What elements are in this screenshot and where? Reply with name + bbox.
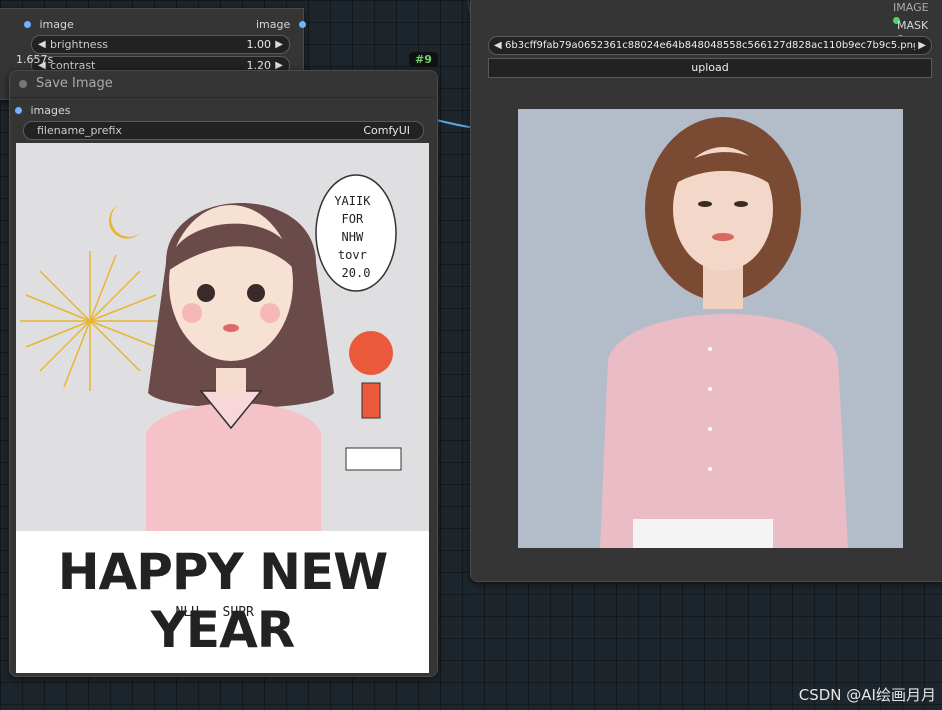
woman-photo [518, 109, 903, 548]
collapse-dot-icon[interactable] [19, 80, 27, 88]
mask-output-label: MASK [897, 19, 929, 32]
image-output-label: IMAGE [893, 1, 929, 14]
upload-button[interactable]: upload [488, 58, 932, 78]
loaded-image-preview [518, 109, 903, 548]
next-arrow-icon[interactable]: ▶ [918, 37, 926, 54]
images-input-slot[interactable]: images [15, 104, 71, 117]
execution-time: 1.657s [16, 53, 54, 66]
input-dot-icon[interactable] [24, 21, 31, 28]
brightness-widget[interactable]: ◀ brightness 1.00 ▶ [31, 35, 290, 54]
save-image-node[interactable]: Save Image images filename_prefix ComfyU… [9, 70, 438, 677]
fireworks-graphic [20, 251, 160, 391]
upload-label: upload [691, 61, 729, 74]
preview-subline: NLH · SUPR · [175, 605, 270, 620]
output-dot-icon[interactable] [298, 21, 306, 28]
brightness-label: brightness [50, 38, 109, 51]
filename-prefix-value: ComfyUI [363, 124, 410, 137]
previous-arrow-icon[interactable]: ◀ [494, 37, 502, 54]
filename-prefix-label: filename_prefix [37, 124, 122, 137]
images-label: images [30, 104, 71, 117]
input-dot-icon[interactable] [15, 107, 22, 114]
increment-arrow-icon[interactable]: ▶ [275, 36, 283, 53]
happy-new-year-headline: HAPPY NEW YEAR [57, 543, 389, 659]
node-title: Save Image [36, 76, 113, 91]
csdn-watermark: CSDN @AI绘画月月 [798, 686, 936, 704]
image-filename: 6b3cff9fab79a0652361c88024e64b848048558c… [505, 40, 915, 51]
node-title-bar[interactable]: Save Image [10, 71, 437, 98]
node-output-slot[interactable]: image [256, 18, 306, 31]
image-select-widget[interactable]: ◀ 6b3cff9fab79a0652361c88024e64b84804855… [488, 36, 932, 55]
decrement-arrow-icon[interactable]: ◀ [38, 36, 46, 53]
brightness-value: 1.00 [246, 38, 272, 51]
node-input-slot[interactable]: image [24, 18, 74, 31]
output-preview-image: YAIIK FOR NHW tovr 20.0 HAPPY NEW YEAR N… [16, 143, 429, 673]
output-label: image [256, 18, 291, 31]
filename-prefix-widget[interactable]: filename_prefix ComfyUI [23, 121, 424, 140]
input-label: image [39, 18, 74, 31]
node-id-badge: #9 [409, 52, 438, 67]
